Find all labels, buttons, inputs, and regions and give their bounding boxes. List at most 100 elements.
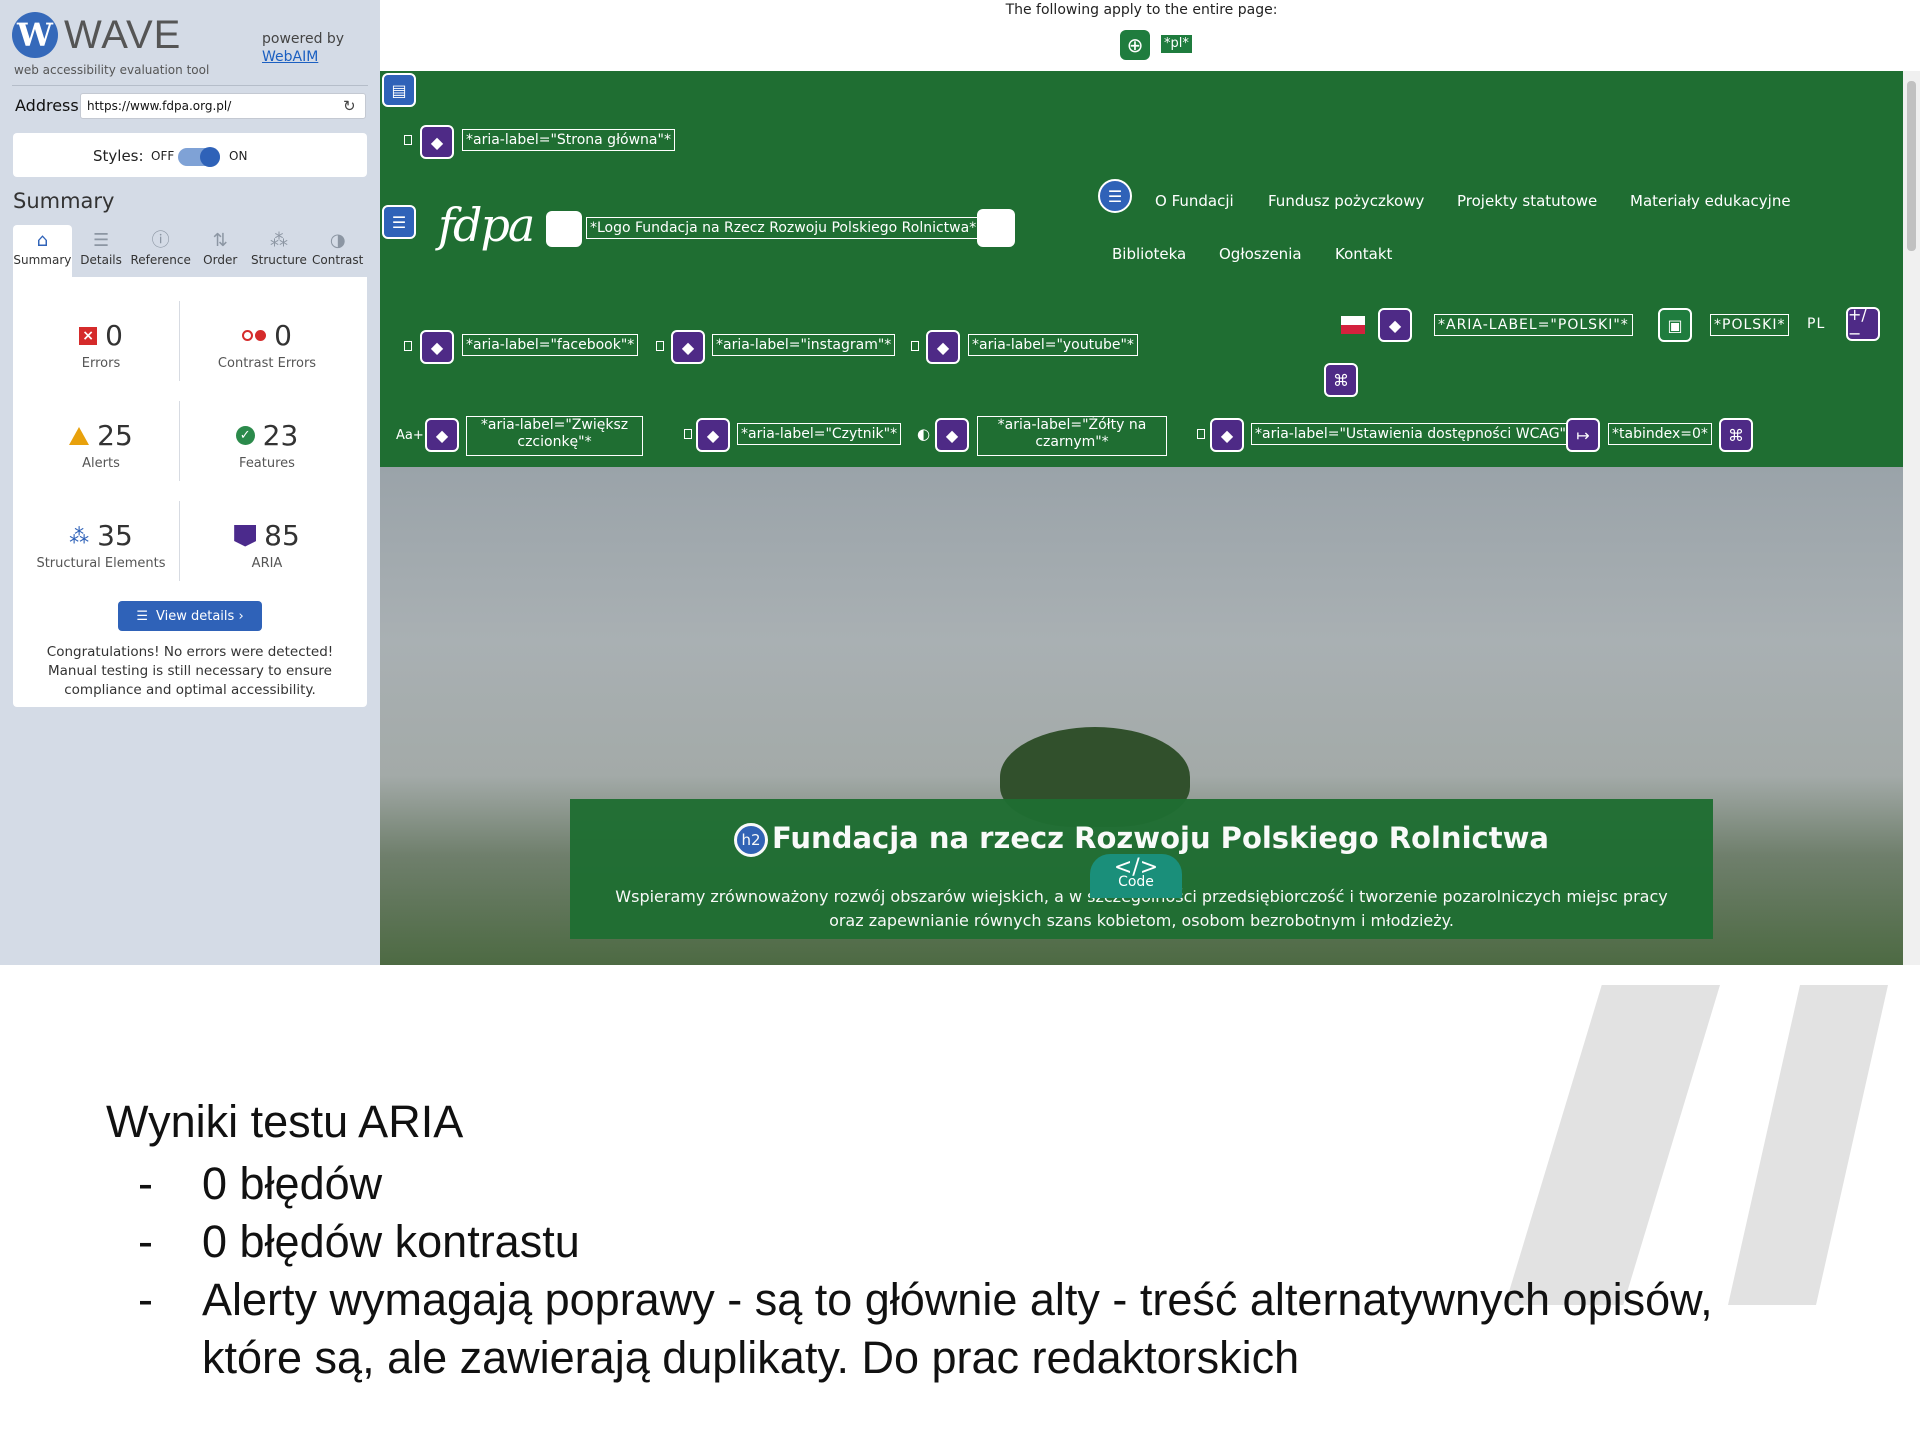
aria-label-icon[interactable]: ◆ <box>1378 308 1412 342</box>
globe-icon[interactable]: ⊕ <box>1120 30 1150 60</box>
list-item: Alerty wymagają poprawy - są to głównie … <box>202 1274 1713 1325</box>
alt-icon[interactable] <box>546 211 582 247</box>
contrast-icon[interactable]: ◐ <box>917 425 930 443</box>
aria-label-icon[interactable]: ◆ <box>935 418 969 452</box>
errors-count: 0 <box>105 319 123 352</box>
aria-label-icon[interactable]: ◆ <box>671 330 705 364</box>
powered-by-text: powered by <box>262 31 345 47</box>
nav-kontakt[interactable]: Kontakt <box>1335 245 1392 263</box>
expand-icon[interactable]: +/− <box>1846 305 1880 343</box>
lang-code[interactable]: PL <box>1807 316 1825 332</box>
contrast-icon: ◑ <box>329 230 346 251</box>
styles-toggle[interactable] <box>178 147 220 167</box>
tab-contrast[interactable]: ◑ Contrast <box>308 225 367 277</box>
tab-label: Contrast <box>312 253 364 267</box>
contrast-error-icon <box>242 330 267 341</box>
aria-label-instagram: *aria-label="instagram"* <box>712 334 896 356</box>
aria-hidden-icon[interactable]: ⌘ <box>1324 363 1358 397</box>
link-marker <box>656 341 664 351</box>
tab-summary[interactable]: ⌂ Summary <box>13 225 72 277</box>
webaim-link[interactable]: WebAIM <box>262 49 318 65</box>
nav-biblioteka[interactable]: Biblioteka <box>1112 245 1186 263</box>
wave-logo-icon: W <box>12 12 58 58</box>
link-marker <box>404 341 412 351</box>
hero-sub-line-2: oraz zapewnianie równych szans kobietom,… <box>829 911 1454 930</box>
scrollbar[interactable] <box>1903 71 1920 965</box>
label-polski: *POLSKI* <box>1710 314 1790 336</box>
code-icon: </> <box>1113 855 1159 880</box>
tab-structure[interactable]: ⁂ Structure <box>250 225 309 277</box>
code-toggle-button[interactable]: </> Code <box>1090 854 1182 898</box>
feature-icon: ✓ <box>235 426 255 445</box>
tab-label: Reference <box>130 253 191 267</box>
nav-projekty[interactable]: Projekty statutowe <box>1457 192 1597 210</box>
bullet-marker: - <box>138 1216 153 1267</box>
alert-icon <box>69 426 90 445</box>
structural-count: 35 <box>97 519 133 552</box>
scrollbar-thumb[interactable] <box>1907 81 1916 251</box>
tab-details[interactable]: ☰ Details <box>72 225 131 277</box>
aria-count: 85 <box>264 519 300 552</box>
heading-icon[interactable]: h2 <box>734 823 769 857</box>
site-logo[interactable]: fdpa <box>438 198 535 252</box>
aria-label-zwieksz: *aria-label="Zwiększ czcionkę"* <box>466 416 643 456</box>
tab-label: Structure <box>251 253 307 267</box>
powered-by: powered by WebAIM <box>262 30 344 66</box>
tabindex-icon[interactable]: ↦ <box>1566 418 1600 452</box>
summary-panel: × 0 Errors 0 Contrast Errors 25 Alerts ✓ 2… <box>13 277 367 707</box>
region-icon[interactable]: ▤ <box>382 73 416 107</box>
site-header: ▤ ◆ *aria-label="Strona główna"* ☰ fdpa … <box>380 71 1903 467</box>
alerts-label: Alerts <box>82 456 120 471</box>
polish-flag-icon <box>1341 316 1365 334</box>
quote-decoration <box>1505 985 1720 1305</box>
nav-fundusz[interactable]: Fundusz pożyczkowy <box>1268 192 1424 210</box>
aria-label-icon[interactable]: ◆ <box>926 330 960 364</box>
slide-title: Wyniki testu ARIA <box>106 1096 464 1147</box>
aria-label-icon[interactable]: ◆ <box>1210 418 1244 452</box>
stat-errors[interactable]: × 0 Errors <box>21 319 181 371</box>
address-label: Address: <box>15 96 85 115</box>
address-input[interactable] <box>80 93 366 119</box>
hero-title-text: Fundacja na rzecz Rozwoju Polskiego Roln… <box>772 821 1549 855</box>
view-details-button[interactable]: ☰ View details › <box>118 601 262 631</box>
aria-hidden-icon[interactable]: ⌘ <box>1719 418 1753 452</box>
link-marker <box>1197 429 1205 439</box>
tab-order[interactable]: ⇅ Order <box>191 225 250 277</box>
nav-materialy[interactable]: Materiały edukacyjne <box>1630 192 1791 210</box>
nav-ogloszenia[interactable]: Ogłoszenia <box>1219 245 1302 263</box>
reload-icon[interactable]: ↻ <box>343 97 356 115</box>
alt-icon[interactable] <box>977 209 1015 247</box>
aria-label-icon[interactable]: ◆ <box>420 125 454 159</box>
wave-logo: W WAVE <box>12 12 181 58</box>
quote-decoration <box>1728 985 1888 1305</box>
aria-label-czytnik: *aria-label="Czytnik"* <box>737 423 902 445</box>
aria-label-icon[interactable]: ◆ <box>420 330 454 364</box>
stat-features[interactable]: ✓ 23 Features <box>187 419 347 471</box>
link-marker <box>404 135 412 145</box>
language-tag: *pl* <box>1160 34 1193 54</box>
list-icon[interactable]: ☰ <box>1098 179 1132 213</box>
navigation-icon[interactable]: ☰ <box>382 205 416 239</box>
nav-o-fundacji[interactable]: O Fundacji <box>1155 192 1234 210</box>
wave-sidebar: W WAVE web accessibility evaluation tool… <box>0 0 380 965</box>
stat-structural[interactable]: ⁂ 35 Structural Elements <box>21 519 181 571</box>
evaluated-page: The following apply to the entire page: … <box>380 0 1920 965</box>
aria-label-home: *aria-label="Strona główna"* <box>462 129 675 151</box>
alt-text-icon[interactable]: ▣ <box>1658 308 1692 342</box>
wave-tabs: ⌂ Summary ☰ Details ⓘ Reference ⇅ Order ⁂ Str… <box>13 225 367 277</box>
stat-contrast-errors[interactable]: 0 Contrast Errors <box>187 319 347 371</box>
tab-reference[interactable]: ⓘ Reference <box>130 225 190 277</box>
styles-off-label: OFF <box>151 149 175 163</box>
list-item-continued: które są, ale zawierają duplikaty. Do pr… <box>202 1332 1300 1383</box>
page-level-bar: The following apply to the entire page: … <box>380 0 1903 71</box>
list-item: 0 błędów kontrastu <box>202 1216 580 1267</box>
font-size-button[interactable]: Aa+ <box>396 428 424 443</box>
stat-aria[interactable]: 85 ARIA <box>187 519 347 571</box>
code-label: Code <box>1118 874 1154 890</box>
features-label: Features <box>239 456 295 471</box>
aria-label-icon[interactable]: ◆ <box>696 418 730 452</box>
stat-alerts[interactable]: 25 Alerts <box>21 419 181 471</box>
aria-label-icon[interactable]: ◆ <box>425 418 459 452</box>
bullet-marker: - <box>138 1274 153 1325</box>
features-count: 23 <box>262 419 299 452</box>
